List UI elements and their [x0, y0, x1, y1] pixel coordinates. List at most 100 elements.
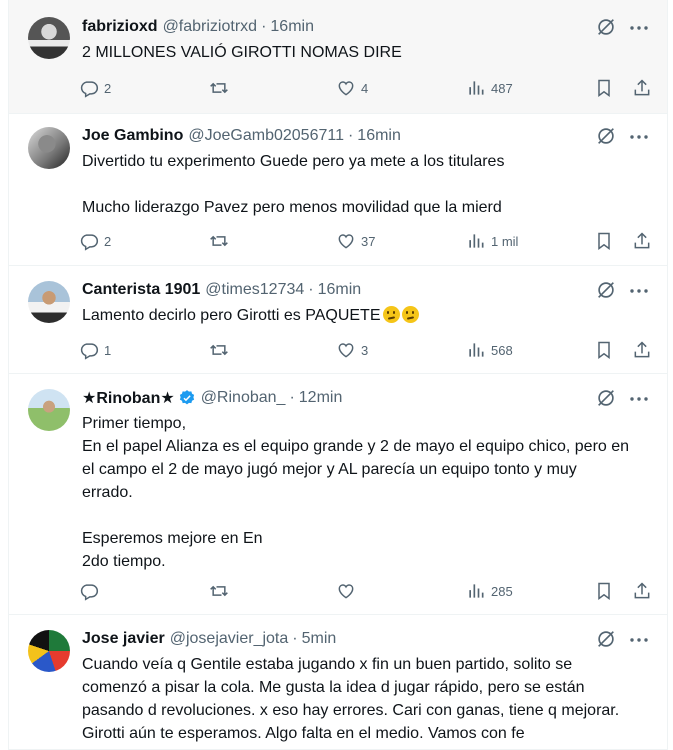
like-count: 37	[361, 233, 376, 249]
share-button[interactable]	[632, 77, 657, 99]
timestamp[interactable]: 16min	[318, 281, 362, 299]
repost-button[interactable]	[209, 339, 234, 361]
bookmark-button[interactable]	[594, 339, 619, 361]
tweet-line: Mucho liderazgo Pavez pero menos movilid…	[82, 196, 662, 219]
timestamp[interactable]: 16min	[357, 127, 401, 145]
tweet-line-text: Primer tiempo,	[82, 415, 187, 432]
reply-icon	[79, 231, 104, 251]
tweet-text: Primer tiempo, En el papel Alianza es el …	[82, 412, 662, 573]
reply-button[interactable]: 2	[79, 230, 111, 252]
tweet-line: errado.	[82, 481, 662, 504]
tweet[interactable]: Joe Gambino @JoeGamb02056711 · 16min Diverti…	[8, 114, 668, 266]
views-button[interactable]: 487	[466, 77, 513, 99]
tweet-line: Esperemos mejore en En	[82, 527, 662, 550]
share-button[interactable]	[632, 230, 657, 252]
like-button[interactable]: 3	[336, 339, 368, 361]
bookmark-button[interactable]	[594, 77, 619, 99]
more-icon[interactable]	[627, 16, 651, 38]
tweet-actions: 2 37 1 mil	[79, 230, 651, 252]
display-name[interactable]: fabrizioxd	[82, 18, 158, 36]
bookmark-button[interactable]	[594, 230, 619, 252]
reply-count: 2	[104, 233, 112, 249]
share-button[interactable]	[632, 339, 657, 361]
repost-icon	[209, 78, 234, 98]
views-count: 285	[491, 583, 513, 599]
verified-badge-icon	[178, 389, 196, 407]
tweet-line: 2 MILLONES VALIÓ GIROTTI NOMAS DIRE	[82, 41, 662, 64]
avatar[interactable]	[28, 127, 70, 169]
tweet[interactable]: Canterista 1901 @times12734 · 16min Lamento …	[8, 266, 668, 374]
reply-button[interactable]: 2	[79, 77, 111, 99]
tweet-line-text: comenzó a pisar la cola. Me gusta la ide…	[82, 679, 585, 696]
tweet[interactable]: fabrizioxd @fabriziotrxd · 16min 2 MILLONES …	[8, 0, 668, 114]
views-count: 487	[491, 80, 513, 96]
tweet-line-text: errado.	[82, 484, 133, 501]
more-icon[interactable]	[627, 279, 651, 301]
repost-button[interactable]	[209, 77, 234, 99]
timestamp[interactable]: 5min	[302, 630, 337, 648]
user-handle[interactable]: @Rinoban_	[201, 389, 286, 407]
separator-dot: ·	[289, 389, 295, 406]
grok-icon[interactable]	[595, 387, 617, 409]
like-icon	[336, 231, 361, 251]
reply-button[interactable]	[79, 580, 104, 602]
user-handle[interactable]: @times12734	[205, 281, 304, 299]
timestamp[interactable]: 16min	[270, 18, 314, 36]
tweet[interactable]: Jose javier @josejavier_jota · 5min Cuando v…	[8, 615, 668, 750]
user-handle[interactable]: @JoeGamb02056711	[188, 127, 344, 145]
avatar[interactable]	[28, 630, 70, 672]
timestamp[interactable]: 12min	[299, 389, 343, 407]
repost-button[interactable]	[209, 580, 234, 602]
tweet-line-text: Girotti aún te esperamos. Algo falta en …	[82, 725, 525, 742]
tweet-line: Cuando veía q Gentile estaba jugando x f…	[82, 653, 662, 676]
tweet-actions: 1 3 568	[79, 339, 651, 361]
grok-icon[interactable]	[595, 16, 617, 38]
more-icon[interactable]	[627, 125, 651, 147]
bookmark-button[interactable]	[594, 580, 619, 602]
user-handle[interactable]: @fabriziotrxd	[163, 18, 258, 36]
separator-dot: ·	[292, 630, 298, 647]
grok-icon[interactable]	[595, 279, 617, 301]
more-icon[interactable]	[627, 628, 651, 650]
display-name[interactable]: Joe Gambino	[82, 127, 183, 145]
avatar[interactable]	[28, 281, 70, 323]
more-icon[interactable]	[627, 387, 651, 409]
like-button[interactable]: 37	[336, 230, 375, 252]
like-button[interactable]: 4	[336, 77, 368, 99]
tweet-text: Lamento decirlo pero Girotti es PAQUETE	[82, 304, 662, 327]
user-handle[interactable]: @josejavier_jota	[170, 630, 289, 648]
tweet-actions: 2 4 487	[79, 77, 651, 99]
views-button[interactable]: 568	[466, 339, 513, 361]
repost-button[interactable]	[209, 230, 234, 252]
share-button[interactable]	[632, 580, 657, 602]
bookmark-icon	[594, 231, 619, 251]
share-icon	[632, 231, 657, 251]
grok-icon[interactable]	[595, 628, 617, 650]
avatar[interactable]	[28, 389, 70, 431]
display-name[interactable]: Canterista 1901	[82, 281, 200, 299]
display-name[interactable]: ★Rinoban★	[82, 388, 175, 408]
tweet-header: ★Rinoban★ @Rinoban_ · 12min	[82, 387, 659, 409]
views-button[interactable]: 285	[466, 580, 513, 602]
reply-icon	[79, 340, 104, 360]
tweet-header: Jose javier @josejavier_jota · 5min	[82, 628, 659, 650]
like-button[interactable]	[336, 580, 361, 602]
tweet-line-text: el campo el 2 de mayo jugó mejor y AL pa…	[82, 461, 577, 478]
tweet-line-text: Lamento decirlo pero Girotti es PAQUETE	[82, 307, 381, 324]
grok-icon[interactable]	[595, 125, 617, 147]
views-count: 568	[491, 342, 513, 358]
confused-face-emoji-icon	[401, 306, 419, 323]
tweet-text: Divertido tu experimento Guede pero ya m…	[82, 150, 662, 219]
tweet[interactable]: ★Rinoban★ @Rinoban_ · 12min Primer tiempo, En…	[8, 374, 668, 615]
tweet-line-text: Divertido tu experimento Guede pero ya m…	[82, 153, 505, 170]
views-icon	[466, 340, 491, 360]
reply-button[interactable]: 1	[79, 339, 111, 361]
views-count: 1 mil	[491, 233, 519, 249]
like-icon	[336, 581, 361, 601]
like-icon	[336, 340, 361, 360]
display-name[interactable]: Jose javier	[82, 630, 165, 648]
views-button[interactable]: 1 mil	[466, 230, 518, 252]
avatar[interactable]	[28, 17, 70, 59]
